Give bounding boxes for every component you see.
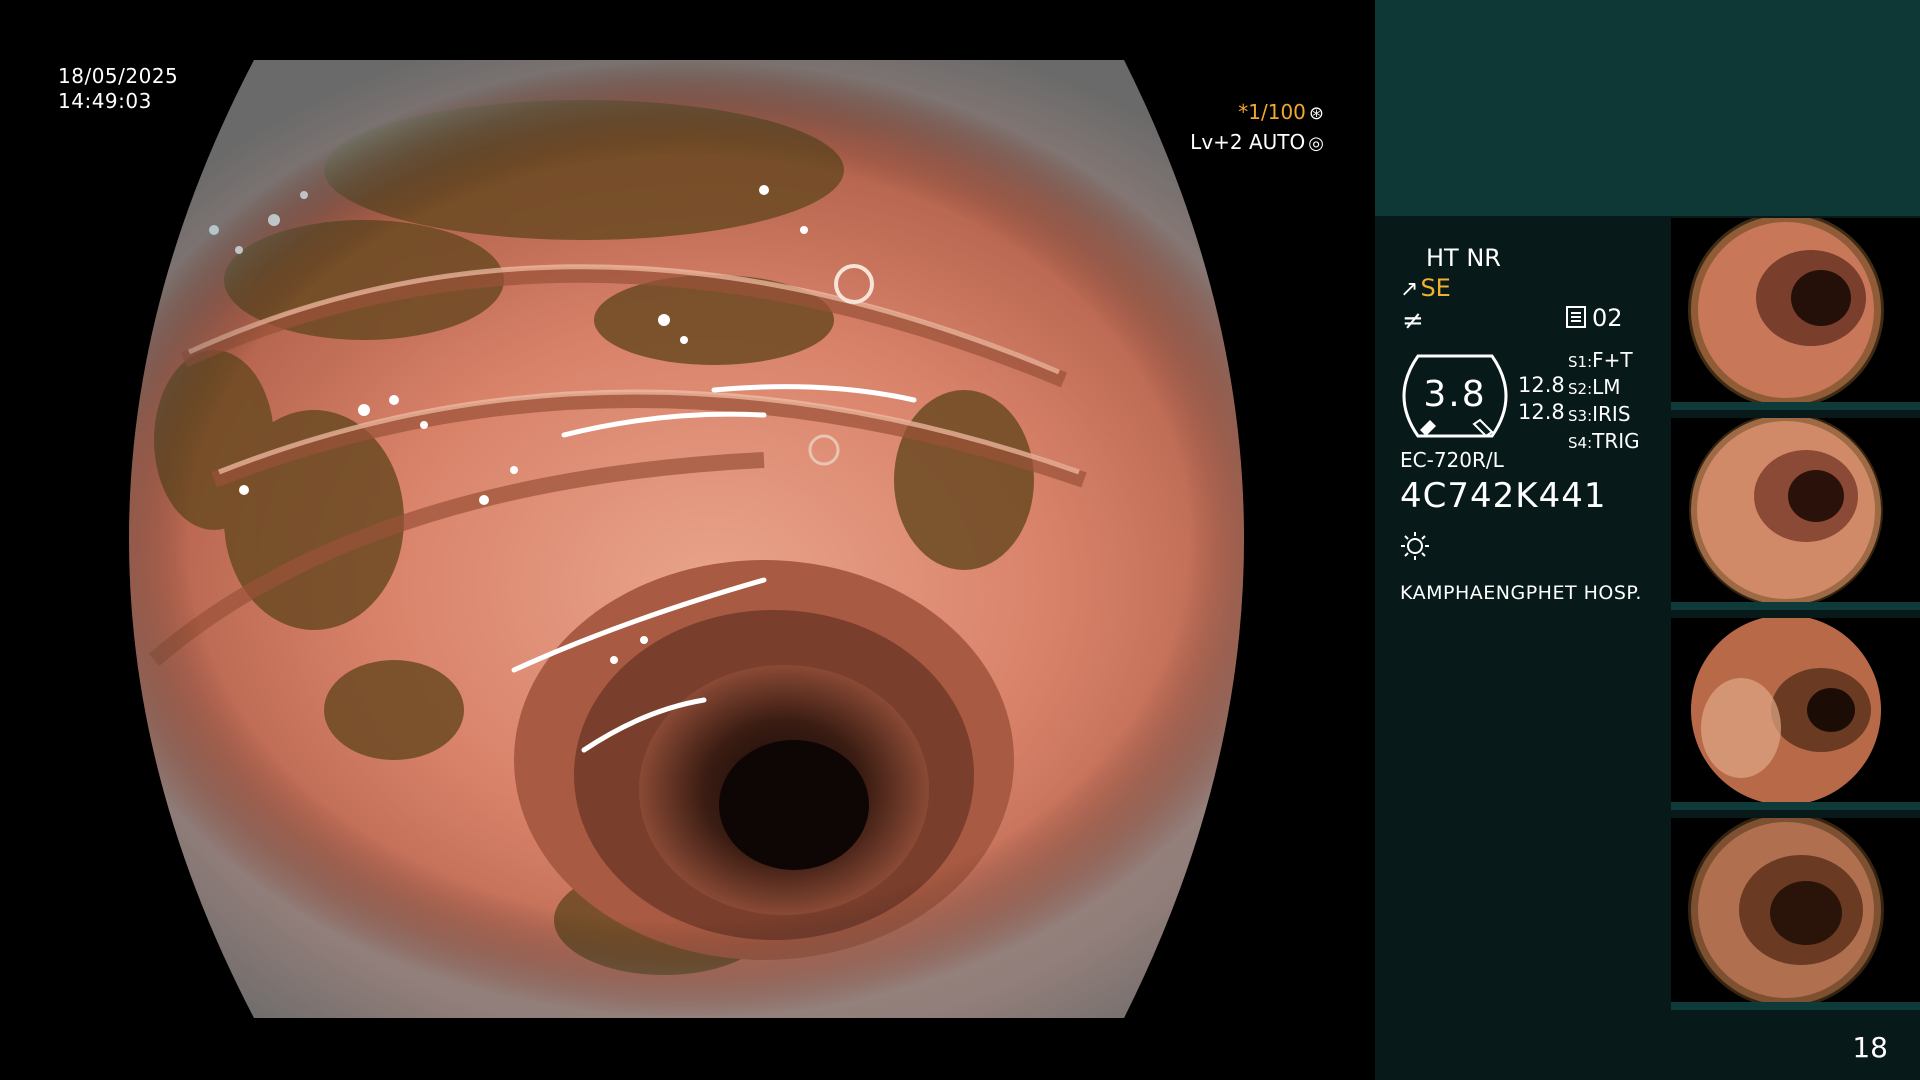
gauge-sub-values: 12.8 12.8	[1518, 372, 1565, 426]
endoscopy-screen: 18/05/2025 14:49:03 *1/100 ⊛ Lv+2 AUTO ◎ H…	[0, 0, 1920, 1080]
iris-icon: ◎	[1308, 133, 1324, 154]
switch-1: S1:F+T	[1568, 348, 1633, 372]
freeze-icon: ≠	[1402, 306, 1424, 336]
memo-icon	[1566, 306, 1586, 328]
shutter-speed: *1/100	[1238, 100, 1306, 124]
thumbnail-3[interactable]	[1671, 618, 1920, 810]
switch-3: S3:IRIS	[1568, 402, 1631, 426]
ht-nr-mode: HT NR	[1426, 244, 1501, 272]
thumbnail-3-footer	[1671, 802, 1920, 810]
scope-serial: 4C742K441	[1400, 476, 1607, 516]
time-text: 14:49:03	[58, 89, 152, 113]
scope-model: EC-720R/L	[1400, 448, 1504, 472]
gauge-sub-1: 12.8	[1518, 373, 1565, 397]
gauge-sub-2: 12.8	[1518, 400, 1565, 424]
level-auto: Lv+2 AUTO	[1190, 130, 1306, 154]
endoscopic-image	[64, 60, 1314, 1018]
gauge-value: 3.8	[1423, 374, 1487, 415]
thumbnail-2-footer	[1671, 602, 1920, 610]
thumbnail-1[interactable]	[1671, 218, 1920, 410]
thumbnail-1-footer	[1671, 402, 1920, 410]
structure-enhancement: ↗SE	[1400, 274, 1451, 302]
memo-count: 02	[1566, 304, 1623, 332]
thumbnail-2[interactable]	[1671, 418, 1920, 610]
light-icon	[1400, 530, 1430, 560]
scope-switches: S1:F+T S2:LM S3:IRIS S4:TRIG	[1568, 348, 1640, 456]
page-number: 18	[1852, 1031, 1888, 1064]
enhance-icon: ↗	[1400, 277, 1419, 302]
memo-count-value: 02	[1592, 304, 1623, 332]
date-time-readout: 18/05/2025 14:49:03	[58, 64, 178, 114]
thumbnail-4-footer	[1671, 1002, 1920, 1010]
se-label: SE	[1420, 274, 1451, 302]
hospital-name: KAMPHAENGPHET HOSP.	[1400, 582, 1642, 604]
zoom-gauge: 3.8	[1400, 350, 1510, 442]
aperture-icon: ⊛	[1308, 103, 1324, 124]
switch-4: S4:TRIG	[1568, 429, 1640, 453]
exposure-readout: *1/100 ⊛ Lv+2 AUTO ◎	[1190, 98, 1324, 158]
thumbnail-4[interactable]	[1671, 818, 1920, 1010]
panel-header	[1375, 0, 1920, 216]
date-text: 18/05/2025	[58, 64, 179, 88]
thumbnail-strip	[1671, 218, 1920, 1018]
switch-2: S2:LM	[1568, 375, 1621, 399]
